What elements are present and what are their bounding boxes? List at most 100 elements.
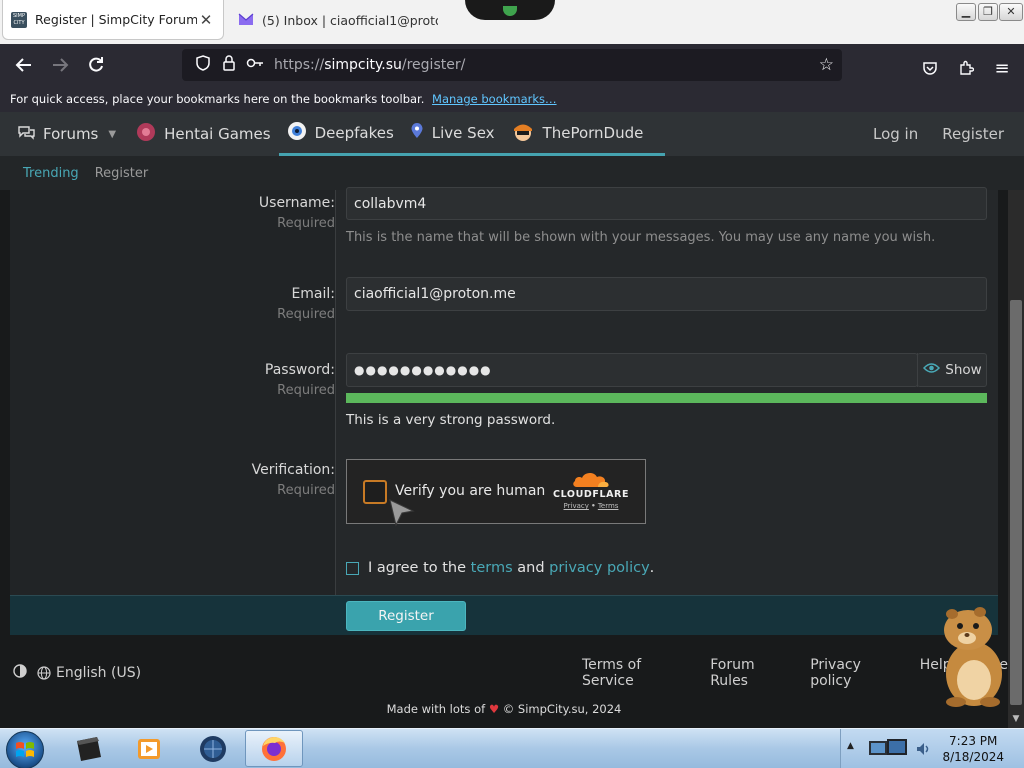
cloudflare-cloud-icon: [573, 472, 609, 487]
forums-menu[interactable]: Forums ▼: [0, 112, 124, 156]
footer-rules-link[interactable]: Forum Rules: [710, 657, 795, 689]
login-link[interactable]: Log in: [873, 125, 918, 143]
nav-hentai-games[interactable]: Hentai Games: [128, 112, 279, 156]
username-label: Username:: [258, 195, 335, 211]
taskbar-firefox-icon[interactable]: [245, 730, 303, 767]
page-scrollbar[interactable]: ▼: [1008, 190, 1024, 728]
tray-volume-icon[interactable]: [915, 741, 931, 757]
reload-icon[interactable]: [78, 47, 114, 83]
chevron-down-icon[interactable]: ▼: [108, 129, 116, 140]
pocket-icon[interactable]: [916, 50, 944, 86]
email-input[interactable]: ciaofficial1@proton.me: [346, 277, 987, 311]
register-breadcrumb[interactable]: Register: [95, 166, 149, 181]
tray-network-icon[interactable]: [867, 737, 913, 761]
tab-strip: SIMP CITY Register | SimpCity Forums ✕ (…: [0, 0, 1024, 44]
clock-date: 8/18/2024: [942, 750, 1004, 764]
agree-prefix: I agree to the: [368, 560, 467, 576]
forums-label: Forums: [43, 125, 99, 143]
nav-label: Deepfakes: [314, 123, 394, 142]
footer-terms-link[interactable]: Terms of Service: [582, 657, 695, 689]
footer-privacy-link[interactable]: Privacy policy: [810, 657, 905, 689]
deepfakes-icon: [287, 121, 307, 145]
label-column: Username: Required Email: Required Passw…: [10, 190, 336, 595]
terms-link[interactable]: terms: [471, 560, 513, 576]
username-input[interactable]: collabvm4: [346, 187, 987, 220]
navigation-bar: https://simpcity.su/register/ ☆ ≡: [0, 44, 1024, 86]
taskbar-terminal-icon[interactable]: [60, 730, 118, 767]
tray-expand-icon[interactable]: ▲: [847, 741, 854, 751]
nav-label: Live Sex: [431, 123, 495, 142]
restore-icon[interactable]: ❐: [978, 3, 998, 21]
forum-navigation: Forums ▼ Hentai Games Deepfakes Live Sex: [0, 112, 1024, 156]
key-permissions-icon[interactable]: [242, 57, 268, 73]
theme-toggle-icon[interactable]: [13, 664, 27, 682]
system-tray: ▲ 7:23 PM 8/18/2024: [840, 729, 1024, 768]
url-text: https://simpcity.su/register/: [274, 57, 466, 73]
register-link[interactable]: Register: [942, 125, 1004, 143]
mouse-cursor-icon: [389, 499, 415, 527]
password-input[interactable]: ●●●●●●●●●●●●: [346, 353, 918, 387]
shield-icon[interactable]: [190, 55, 216, 75]
show-password-button[interactable]: Show: [917, 353, 987, 387]
window-close-wrap: ✕: [999, 3, 1023, 21]
extensions-icon[interactable]: [952, 50, 980, 86]
verify-human-label: Verify you are human: [395, 483, 546, 499]
agree-terms-row: I agree to the terms and privacy policy.: [346, 560, 654, 576]
taskbar-globe-app-icon[interactable]: [184, 730, 242, 767]
language-selector[interactable]: English (US): [37, 665, 141, 681]
clock-time: 7:23 PM: [949, 734, 998, 748]
forward-icon[interactable]: [42, 47, 78, 83]
cloudflare-brand: CLOUDFLARE: [553, 489, 630, 500]
account-links: Log in Register: [873, 112, 1004, 156]
lock-icon[interactable]: [216, 55, 242, 75]
tab-close-icon[interactable]: ✕: [197, 11, 215, 29]
cloudflare-links: Privacy • Terms: [553, 502, 629, 510]
username-hint: This is the name that will be shown with…: [346, 230, 936, 245]
tab-register[interactable]: SIMP CITY Register | SimpCity Forums ✕: [2, 0, 224, 40]
nav-label: Hentai Games: [164, 125, 271, 143]
cloudflare-terms-link[interactable]: Terms: [598, 502, 619, 510]
windows-taskbar: ▲ 7:23 PM 8/18/2024: [0, 728, 1024, 768]
scrollbar-thumb[interactable]: [1010, 300, 1022, 705]
email-label: Email:: [291, 286, 335, 302]
window-close-icon[interactable]: ✕: [999, 3, 1023, 21]
privacy-policy-link[interactable]: privacy policy: [549, 560, 650, 576]
taskbar-media-player-icon[interactable]: [120, 730, 178, 767]
agree-checkbox[interactable]: [346, 561, 359, 575]
back-icon[interactable]: [6, 47, 42, 83]
bookmark-star-icon[interactable]: ☆: [819, 55, 834, 75]
window-controls: ▁ ❐: [956, 3, 998, 21]
register-button[interactable]: Register: [346, 601, 466, 631]
scroll-down-icon[interactable]: ▼: [1008, 714, 1024, 724]
tab-title: Register | SimpCity Forums: [35, 12, 197, 27]
proton-mail-icon: [238, 12, 254, 28]
nav-deepfakes[interactable]: Deepfakes: [278, 112, 402, 156]
verification-label: Verification:: [251, 462, 335, 478]
trending-link[interactable]: Trending: [23, 166, 79, 181]
bookmarks-toolbar: For quick access, place your bookmarks h…: [0, 86, 1024, 112]
url-bar[interactable]: https://simpcity.su/register/ ☆: [182, 49, 842, 81]
verify-human-checkbox[interactable]: [363, 480, 387, 504]
nav-theporndude[interactable]: ThePornDude: [502, 112, 666, 156]
theporndude-icon: [511, 120, 535, 146]
manage-bookmarks-link[interactable]: Manage bookmarks…: [432, 92, 557, 106]
menu-icon[interactable]: ≡: [988, 50, 1016, 86]
language-label: English (US): [56, 665, 142, 681]
notch-gem-icon: [503, 6, 517, 16]
toolbar-right: ≡: [916, 50, 1016, 86]
tab-inbox[interactable]: (5) Inbox | ciaofficial1@proton.: [230, 0, 446, 40]
eye-icon: [923, 362, 941, 378]
system-clock[interactable]: 7:23 PM 8/18/2024: [942, 733, 1004, 765]
minimize-icon[interactable]: ▁: [956, 3, 976, 21]
nav-live-sex[interactable]: Live Sex: [401, 112, 503, 156]
sub-navigation: Trending Register: [0, 156, 1024, 190]
password-required: Required: [277, 383, 335, 398]
email-required: Required: [277, 307, 335, 322]
password-label: Password:: [264, 362, 335, 378]
cloudflare-sep: •: [591, 502, 596, 510]
screen: SIMP CITY Register | SimpCity Forums ✕ (…: [0, 0, 1024, 768]
cloudflare-privacy-link[interactable]: Privacy: [564, 502, 589, 510]
simpcity-favicon-icon: SIMP CITY: [11, 11, 27, 28]
start-button-icon[interactable]: [6, 731, 44, 768]
copyright: © SimpCity.su, 2024: [502, 702, 622, 716]
